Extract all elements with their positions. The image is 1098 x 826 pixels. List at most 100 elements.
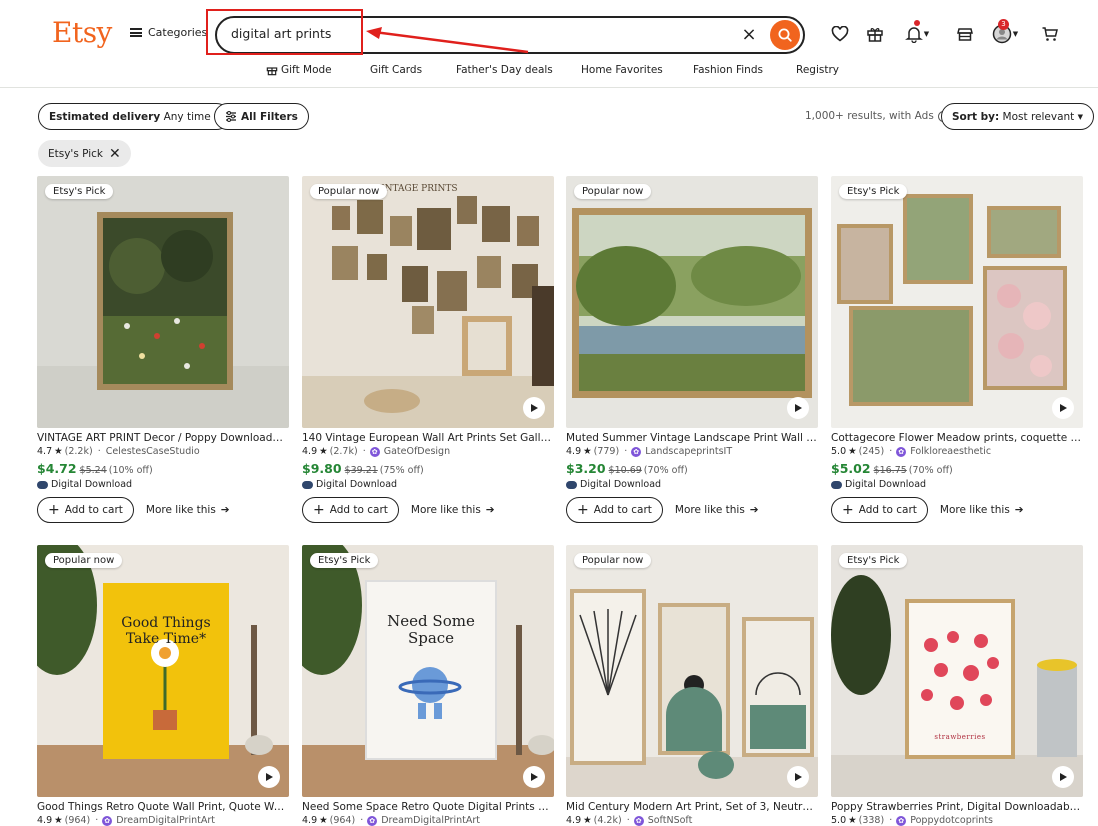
star-seller-icon: ✿ — [367, 815, 378, 826]
product-card[interactable]: strawberries Etsy's Pick Poppy Strawberr… — [831, 545, 1083, 826]
shop-name[interactable]: Folkloreaesthetic — [910, 446, 991, 457]
product-image[interactable]: Etsy's Pick — [37, 176, 289, 428]
product-badge: Popular now — [310, 184, 388, 199]
subnav-fathers-day[interactable]: Father's Day deals — [456, 64, 553, 76]
more-like-this-link[interactable]: More like this ➔ — [940, 504, 1024, 516]
product-title[interactable]: Poppy Strawberries Print, Digital Downlo… — [831, 801, 1083, 813]
product-image[interactable]: Etsy's Pick — [831, 176, 1083, 428]
arrow-right-icon: ➔ — [749, 504, 759, 516]
more-like-this-link[interactable]: More like this ➔ — [411, 504, 495, 516]
sort-dropdown[interactable]: Sort by: Most relevant ▼ — [941, 103, 1095, 130]
add-to-cart-button[interactable]: + Add to cart — [831, 497, 928, 523]
product-image[interactable]: 0 VINTAGE PRINTS Popular now — [302, 176, 554, 428]
product-image[interactable]: Good Things Take Time* Popular now — [37, 545, 289, 797]
product-card[interactable]: Need Some Space Etsy's Pick Need Some Sp… — [302, 545, 554, 826]
categories-button[interactable]: Categories — [130, 26, 207, 39]
product-title[interactable]: Cottagecore Flower Meadow prints, coquet… — [831, 432, 1083, 444]
arrow-right-icon: ➔ — [220, 504, 230, 516]
poster-text: Good Things Take Time* — [121, 615, 211, 647]
shop-name[interactable]: GateOfDesign — [384, 446, 450, 457]
etsy-logo[interactable]: Etsy — [52, 16, 112, 49]
shop-name[interactable]: DreamDigitalPrintArt — [116, 815, 215, 826]
caret-down-icon: ▼ — [1077, 112, 1084, 121]
categories-label: Categories — [148, 26, 208, 39]
shop-name[interactable]: DreamDigitalPrintArt — [381, 815, 480, 826]
add-to-cart-button[interactable]: + Add to cart — [566, 497, 663, 523]
search-button[interactable] — [770, 20, 800, 50]
product-title[interactable]: Mid Century Modern Art Print, Set of 3, … — [566, 801, 818, 813]
cart-icon[interactable] — [1038, 22, 1062, 46]
account-button[interactable]: 3 ▼ — [988, 19, 1022, 46]
product-card[interactable]: Etsy's Pick VINTAGE ART PRINT Decor / Po… — [37, 176, 289, 523]
product-image[interactable]: Popular now — [566, 545, 818, 797]
cloud-download-icon — [566, 480, 577, 489]
shop-name[interactable]: CelestesCaseStudio — [106, 446, 200, 457]
plus-icon: + — [577, 502, 589, 518]
product-title[interactable]: 140 Vintage European Wall Art Prints Set… — [302, 432, 554, 444]
play-video-button[interactable] — [523, 397, 545, 419]
subnav-gift-mode[interactable]: Gift Mode — [266, 64, 332, 77]
poster-text: Need Some Space — [387, 612, 475, 647]
product-title[interactable]: Muted Summer Vintage Landscape Print Wal… — [566, 432, 818, 444]
subnav-fashion-finds[interactable]: Fashion Finds — [693, 64, 763, 76]
star-icon: ★ — [54, 446, 63, 457]
product-rating: 4.9 ★ (4.2k) · ✿ SoftNSoft — [566, 815, 693, 826]
product-rating: 5.0 ★ (245) · ✿ Folkloreaesthetic — [831, 446, 992, 457]
subnav-home-favorites[interactable]: Home Favorites — [581, 64, 663, 76]
product-photo — [566, 545, 818, 797]
delivery-filter-button[interactable]: Estimated delivery Any time ▼ — [38, 103, 231, 130]
bell-icon — [904, 27, 923, 43]
play-icon — [531, 773, 538, 781]
product-price: $5.02 $16.75 (70% off) — [831, 461, 953, 476]
plus-icon: + — [842, 502, 854, 518]
play-icon — [1060, 404, 1067, 412]
shop-name[interactable]: SoftNSoft — [648, 815, 693, 826]
gift-icon[interactable] — [863, 22, 887, 46]
play-video-button[interactable] — [1052, 766, 1074, 788]
product-badge: Etsy's Pick — [310, 553, 379, 568]
product-badge: Popular now — [45, 553, 123, 568]
chevron-down-icon: ▼ — [1012, 30, 1019, 38]
favorites-heart-icon[interactable] — [828, 22, 852, 46]
play-video-button[interactable] — [523, 766, 545, 788]
play-video-button[interactable] — [787, 397, 809, 419]
product-image[interactable]: Need Some Space Etsy's Pick — [302, 545, 554, 797]
close-icon[interactable]: ✕ — [109, 146, 121, 162]
play-video-button[interactable] — [258, 766, 280, 788]
digital-download-label: Digital Download — [831, 479, 1083, 490]
play-video-button[interactable] — [1052, 397, 1074, 419]
add-to-cart-button[interactable]: + Add to cart — [37, 497, 134, 523]
product-image[interactable]: strawberries Etsy's Pick — [831, 545, 1083, 797]
add-to-cart-button[interactable]: + Add to cart — [302, 497, 399, 523]
product-badge: Etsy's Pick — [839, 553, 908, 568]
clear-search-icon[interactable]: × — [739, 24, 759, 45]
more-like-this-link[interactable]: More like this ➔ — [146, 504, 230, 516]
active-filter-chip[interactable]: Etsy's Pick ✕ — [38, 140, 131, 167]
product-card[interactable]: Etsy's Pick Cottagecore Flower Meadow pr… — [831, 176, 1083, 523]
product-card[interactable]: Popular now Mid Century Modern Art Print… — [566, 545, 818, 826]
product-title[interactable]: Good Things Retro Quote Wall Print, Quot… — [37, 801, 289, 813]
product-card[interactable]: 0 VINTAGE PRINTS Popular now 140 Vintage… — [302, 176, 554, 523]
shop-name[interactable]: Poppydotcoprints — [910, 815, 993, 826]
product-image[interactable]: Popular now — [566, 176, 818, 428]
shop-manager-icon[interactable] — [953, 22, 977, 46]
product-title[interactable]: VINTAGE ART PRINT Decor / Poppy Download… — [37, 432, 289, 444]
arrow-right-icon: ➔ — [1014, 504, 1024, 516]
annotation-highlight-box — [206, 9, 363, 55]
more-like-this-link[interactable]: More like this ➔ — [675, 504, 759, 516]
arrow-right-icon: ➔ — [485, 504, 495, 516]
cloud-download-icon — [302, 480, 313, 489]
notifications-button[interactable]: ▼ — [901, 20, 933, 46]
play-icon — [795, 773, 802, 781]
product-card[interactable]: Good Things Take Time* Popular now Good … — [37, 545, 289, 826]
shop-name[interactable]: LandscapeprintsIT — [645, 446, 732, 457]
product-photo — [302, 545, 554, 797]
star-icon: ★ — [583, 815, 592, 826]
product-card[interactable]: Popular now Muted Summer Vintage Landsca… — [566, 176, 818, 523]
subnav-gift-cards[interactable]: Gift Cards — [370, 64, 422, 76]
all-filters-button[interactable]: All Filters — [214, 103, 309, 130]
product-title[interactable]: Need Some Space Retro Quote Digital Prin… — [302, 801, 554, 813]
play-video-button[interactable] — [787, 766, 809, 788]
subnav-registry[interactable]: Registry — [796, 64, 839, 76]
product-rating: 4.9 ★ (964) · ✿ DreamDigitalPrintArt — [302, 815, 480, 826]
